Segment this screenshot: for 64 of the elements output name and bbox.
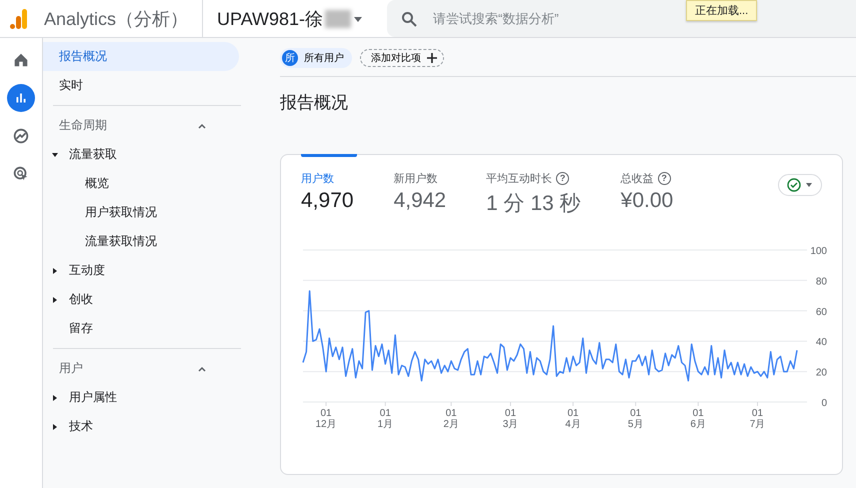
rail-nav-button[interactable] <box>7 84 35 112</box>
redacted-block <box>325 10 352 28</box>
x-axis-label: 01 12月 <box>316 408 337 430</box>
segment-chip[interactable]: 所 所有用户 <box>280 48 352 68</box>
y-axis-label: 0 <box>821 398 827 409</box>
trend-circle-icon <box>12 127 30 145</box>
x-axis-label: 01 1月 <box>378 408 394 430</box>
metric-value: 4,942 <box>394 189 446 213</box>
metric-tab[interactable]: 新用户数 4,942 <box>394 171 446 213</box>
metric-label: 平均互动时长 <box>486 172 552 186</box>
nav-item[interactable]: 实时 <box>43 71 239 100</box>
add-comparison-label: 添加对比项 <box>371 52 421 65</box>
cursor-target-icon <box>12 165 30 183</box>
section-header[interactable]: 生命周期 <box>43 111 215 140</box>
nav-item[interactable]: 技术 <box>43 412 239 441</box>
home-icon <box>12 51 30 69</box>
x-axis-label: 01 3月 <box>502 408 518 430</box>
metric-label: 用户数 <box>301 172 334 186</box>
segment-label: 所有用户 <box>304 52 344 65</box>
app-title: Analytics（分析） <box>44 8 188 30</box>
y-axis-label: 80 <box>816 276 827 288</box>
metric-label: 总收益 <box>620 172 654 186</box>
plus-icon <box>427 53 437 63</box>
loading-tooltip: 正在加载... <box>686 0 758 21</box>
y-axis-label: 60 <box>816 306 827 318</box>
nav-item[interactable]: 用户获取情况 <box>43 198 239 227</box>
section-header[interactable]: 用户 <box>43 354 215 383</box>
section-title: 生命周期 <box>59 117 107 134</box>
check-circle-icon <box>787 178 801 192</box>
metric-value: 1 分 13 秒 <box>486 191 581 217</box>
x-axis-label: 01 7月 <box>750 408 766 430</box>
y-axis-label: 100 <box>810 246 827 257</box>
metric-label: 新用户数 <box>394 172 438 186</box>
y-axis-label: 40 <box>816 337 827 348</box>
caret-icon <box>805 181 813 189</box>
nav-item[interactable]: 留存 <box>43 314 239 343</box>
page-title: 报告概况 <box>280 92 349 114</box>
metric-tab[interactable]: 总收益 ? ¥0.00 <box>620 171 674 213</box>
help-icon: ? <box>556 172 570 185</box>
metric-value: 4,970 <box>301 189 354 213</box>
selected-tab-indicator <box>301 154 357 157</box>
add-comparison-button[interactable]: 添加对比项 <box>360 49 444 67</box>
nav-item[interactable]: 流量获取 <box>43 140 239 169</box>
x-axis-label: 01 6月 <box>690 408 706 430</box>
status-dropdown[interactable] <box>778 174 822 196</box>
segment-badge: 所 <box>282 50 298 66</box>
nav-item[interactable]: 报告概况 <box>43 42 239 71</box>
nav-item[interactable]: 互动度 <box>43 256 239 285</box>
nav-item[interactable]: 流量获取情况 <box>43 227 239 256</box>
property-selector[interactable]: UPAW981-徐 <box>217 6 364 30</box>
x-axis-label: 01 4月 <box>565 408 581 430</box>
y-axis-label: 20 <box>816 368 827 379</box>
nav-item[interactable]: 创收 <box>43 285 239 314</box>
bar-chart-logo-icon <box>8 8 30 30</box>
nav-item[interactable]: 概览 <box>43 169 239 198</box>
metric-tab[interactable]: 平均互动时长 ? 1 分 13 秒 <box>486 171 581 217</box>
search-icon <box>401 10 418 26</box>
x-axis-label: 01 5月 <box>628 408 644 430</box>
nav-item[interactable]: 用户属性 <box>43 383 239 412</box>
help-icon: ? <box>658 172 671 185</box>
x-axis-label: 01 2月 <box>443 408 459 430</box>
section-title: 用户 <box>59 360 83 377</box>
metric-value: ¥0.00 <box>620 189 674 213</box>
metric-tab[interactable]: 用户数 4,970 <box>301 171 354 213</box>
